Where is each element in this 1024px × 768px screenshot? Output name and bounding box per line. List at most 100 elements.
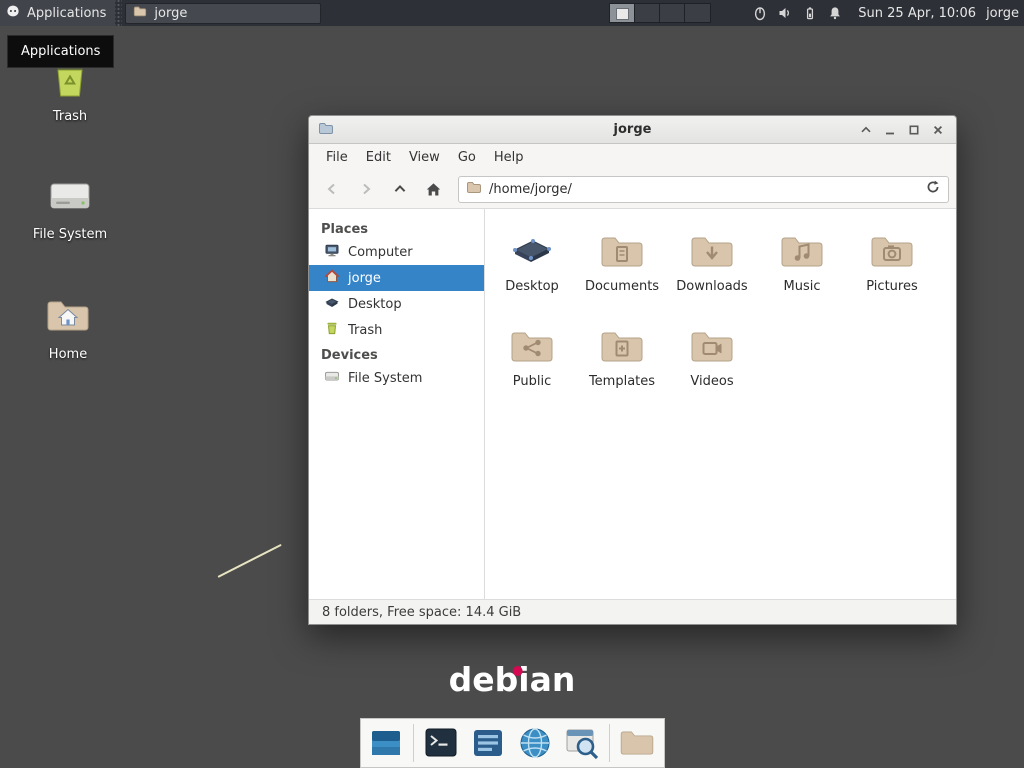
home-button[interactable] <box>418 176 449 203</box>
sidebar-item-desktop[interactable]: Desktop <box>309 291 484 317</box>
workspace-4[interactable] <box>685 4 710 22</box>
file-item-videos[interactable]: Videos <box>667 323 757 418</box>
desktop-icon-file-system[interactable]: File System <box>22 172 118 242</box>
statusbar: 8 folders, Free space: 14.4 GiB <box>309 599 956 624</box>
menu-edit[interactable]: Edit <box>357 146 400 169</box>
close-button[interactable] <box>929 121 947 139</box>
mouse-settings-icon[interactable] <box>751 4 769 22</box>
window-titlebar[interactable]: jorge <box>309 116 956 144</box>
reload-button[interactable] <box>925 179 941 199</box>
window-controls <box>857 121 947 139</box>
computer-icon <box>324 242 340 262</box>
applications-menu-button[interactable]: Applications <box>0 0 115 26</box>
file-item-music[interactable]: Music <box>757 228 847 323</box>
app-finder-icon[interactable] <box>562 723 602 763</box>
sidebar-item-label: File System <box>348 371 422 386</box>
drive-icon <box>22 172 118 220</box>
file-label: Templates <box>577 374 667 389</box>
applications-menu-label: Applications <box>27 6 106 21</box>
file-label: Videos <box>667 374 757 389</box>
window-body: Places Computer jorge <box>309 209 956 599</box>
tooltip-text: Applications <box>21 44 100 59</box>
panel-clock[interactable]: Sun 25 Apr, 10:06 <box>852 6 986 21</box>
menu-view[interactable]: View <box>400 146 449 169</box>
desktop-icon-label: File System <box>22 227 118 242</box>
home-icon <box>324 268 340 288</box>
taskbar-window-button[interactable]: jorge <box>125 3 321 24</box>
back-button[interactable] <box>316 176 347 203</box>
menu-help[interactable]: Help <box>485 146 533 169</box>
sidebar-item-label: Desktop <box>348 297 402 312</box>
debian-logo: debian <box>449 660 576 700</box>
file-item-templates[interactable]: Templates <box>577 323 667 418</box>
sidebar-item-label: Trash <box>348 323 382 338</box>
desktop-icon-label: Home <box>20 347 116 362</box>
workspace-3[interactable] <box>660 4 685 22</box>
menu-file[interactable]: File <box>317 146 357 169</box>
videos-folder-icon <box>688 323 736 371</box>
documents-folder-icon <box>598 228 646 276</box>
folder-icon <box>133 4 147 22</box>
desktop-icon-home[interactable]: Home <box>20 292 116 362</box>
forward-button[interactable] <box>350 176 381 203</box>
sidebar-item-trash[interactable]: Trash <box>309 317 484 343</box>
dock <box>360 718 665 768</box>
sidebar: Places Computer jorge <box>309 209 485 599</box>
desktop-root: Applications jorge <box>0 0 1024 768</box>
panel-preferences-icon[interactable] <box>468 723 508 763</box>
toolbar: /home/jorge/ <box>309 170 956 209</box>
current-path[interactable]: /home/jorge/ <box>489 182 918 197</box>
sidebar-item-file-system[interactable]: File System <box>309 365 484 391</box>
power-manager-icon[interactable] <box>801 4 819 22</box>
sidebar-item-computer[interactable]: Computer <box>309 239 484 265</box>
templates-folder-icon <box>598 323 646 371</box>
taskbar-window-label: jorge <box>154 6 187 21</box>
file-label: Downloads <box>667 279 757 294</box>
desktop-settings-icon[interactable] <box>366 723 406 763</box>
location-bar[interactable]: /home/jorge/ <box>458 176 949 203</box>
desktop-icon-label: Trash <box>22 109 118 124</box>
workspace-1[interactable] <box>610 4 635 22</box>
file-label: Documents <box>577 279 667 294</box>
panel-handle[interactable] <box>115 0 122 26</box>
menubar: File Edit View Go Help <box>309 144 956 170</box>
file-item-public[interactable]: Public <box>487 323 577 418</box>
file-item-pictures[interactable]: Pictures <box>847 228 937 323</box>
xfce-mouse-icon <box>5 3 21 23</box>
up-button[interactable] <box>384 176 415 203</box>
file-grid: Desktop Documents Downloads Music Pictur <box>485 209 956 599</box>
workspace-2[interactable] <box>635 4 660 22</box>
downloads-folder-icon <box>688 228 736 276</box>
dock-separator <box>609 724 610 762</box>
home-folder-icon <box>20 292 116 340</box>
debian-swirl-icon <box>513 666 523 676</box>
public-folder-icon <box>508 323 556 371</box>
sidebar-item-label: Computer <box>348 245 413 260</box>
web-browser-icon[interactable] <box>515 723 555 763</box>
maximize-button[interactable] <box>905 121 923 139</box>
file-label: Pictures <box>847 279 937 294</box>
minimize-button[interactable] <box>881 121 899 139</box>
file-manager-icon[interactable] <box>617 723 657 763</box>
menu-go[interactable]: Go <box>449 146 485 169</box>
desktop-icon <box>508 228 556 276</box>
shade-button[interactable] <box>857 121 875 139</box>
sidebar-item-jorge[interactable]: jorge <box>309 265 484 291</box>
status-text: 8 folders, Free space: 14.4 GiB <box>322 605 521 620</box>
notification-bell-icon[interactable] <box>826 4 844 22</box>
workspace-switcher <box>609 3 711 23</box>
file-item-downloads[interactable]: Downloads <box>667 228 757 323</box>
volume-icon[interactable] <box>776 4 794 22</box>
terminal-icon[interactable] <box>421 723 461 763</box>
dock-separator <box>413 724 414 762</box>
file-label: Music <box>757 279 847 294</box>
system-tray <box>751 4 844 22</box>
file-item-desktop[interactable]: Desktop <box>487 228 577 323</box>
file-item-documents[interactable]: Documents <box>577 228 667 323</box>
desktop-icon <box>324 294 340 314</box>
panel-username[interactable]: jorge <box>986 6 1024 21</box>
top-panel: Applications jorge <box>0 0 1024 26</box>
file-manager-window: jorge File Edit View Go Help <box>308 115 957 625</box>
stray-line-artifact <box>218 544 282 578</box>
sidebar-places-header: Places <box>309 217 484 239</box>
